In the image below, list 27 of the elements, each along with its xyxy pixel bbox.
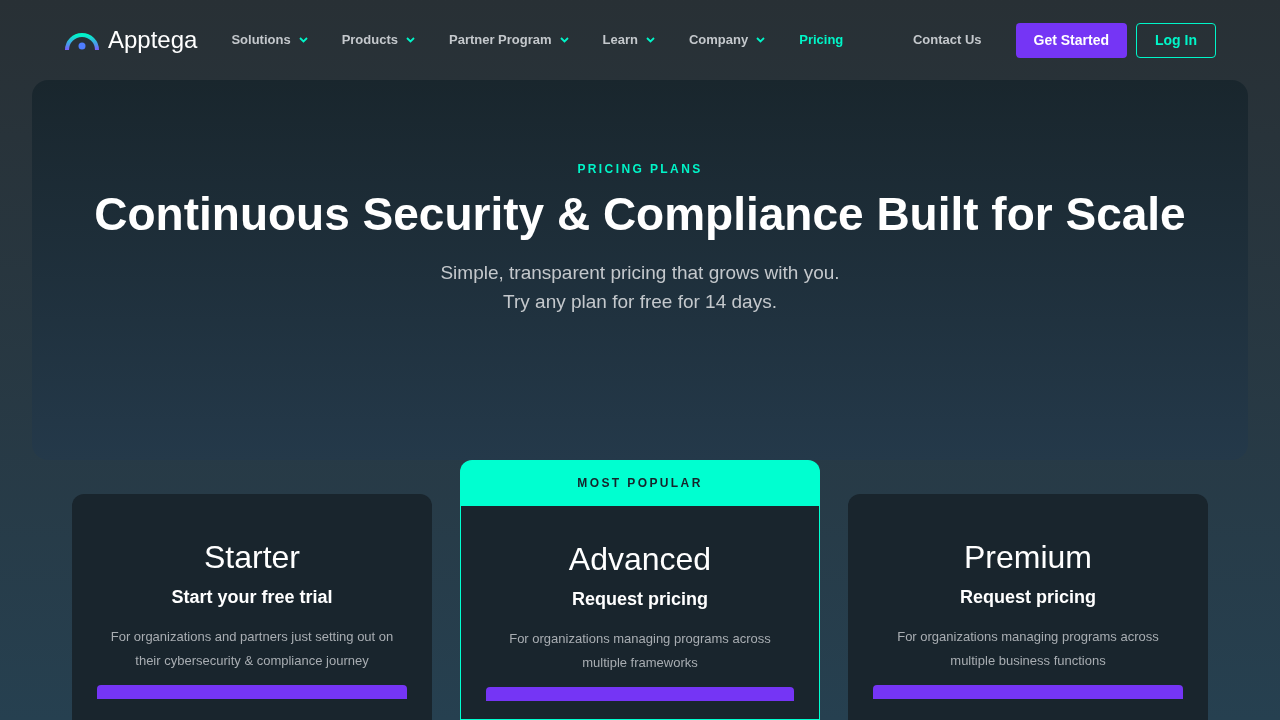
plan-cta-button[interactable]	[873, 685, 1183, 699]
plan-description: For organizations and partners just setting out on their cybersecurity & compliance journey	[109, 628, 395, 670]
plan-description: For organizations managing programs across multiple business functions	[896, 628, 1160, 670]
plan-price: Start your free trial	[171, 586, 333, 609]
logo-text: Apptega	[108, 25, 198, 55]
plan-name: Premium	[964, 538, 1092, 576]
nav-link[interactable]: Contact Us	[912, 30, 982, 50]
nav-link[interactable]: Pricing	[799, 30, 844, 50]
nav-link[interactable]: Learn	[602, 30, 655, 50]
get-started-button[interactable]: Get Started	[1015, 22, 1127, 58]
nav-link[interactable]: Products	[341, 30, 415, 50]
most-popular-badge: MOST POPULAR	[460, 460, 820, 506]
plan-price: Request pricing	[960, 586, 1096, 609]
section-eyebrow: PRICING PLANS	[577, 161, 703, 178]
login-button[interactable]: Log In	[1136, 22, 1216, 58]
nav-link[interactable]: Company	[689, 30, 766, 50]
plan-name: Advanced	[568, 540, 712, 578]
plan-name: Starter	[204, 538, 300, 576]
nav-link[interactable]: Solutions	[231, 30, 308, 50]
plan-description: For organizations managing programs across multiple frameworks	[508, 630, 772, 672]
plan-cta-button[interactable]	[486, 687, 794, 701]
hero-subtitle: Try any plan for free for 14 days.	[503, 290, 777, 314]
plan-price: Request pricing	[572, 588, 708, 611]
plan-cta-button[interactable]	[97, 685, 407, 699]
page-heading: Continuous Security & Compliance Built for Scale	[93, 187, 1187, 242]
hero-subtitle: Simple, transparent pricing that grows with you.	[440, 261, 840, 285]
nav-link[interactable]: Partner Program	[449, 30, 569, 50]
